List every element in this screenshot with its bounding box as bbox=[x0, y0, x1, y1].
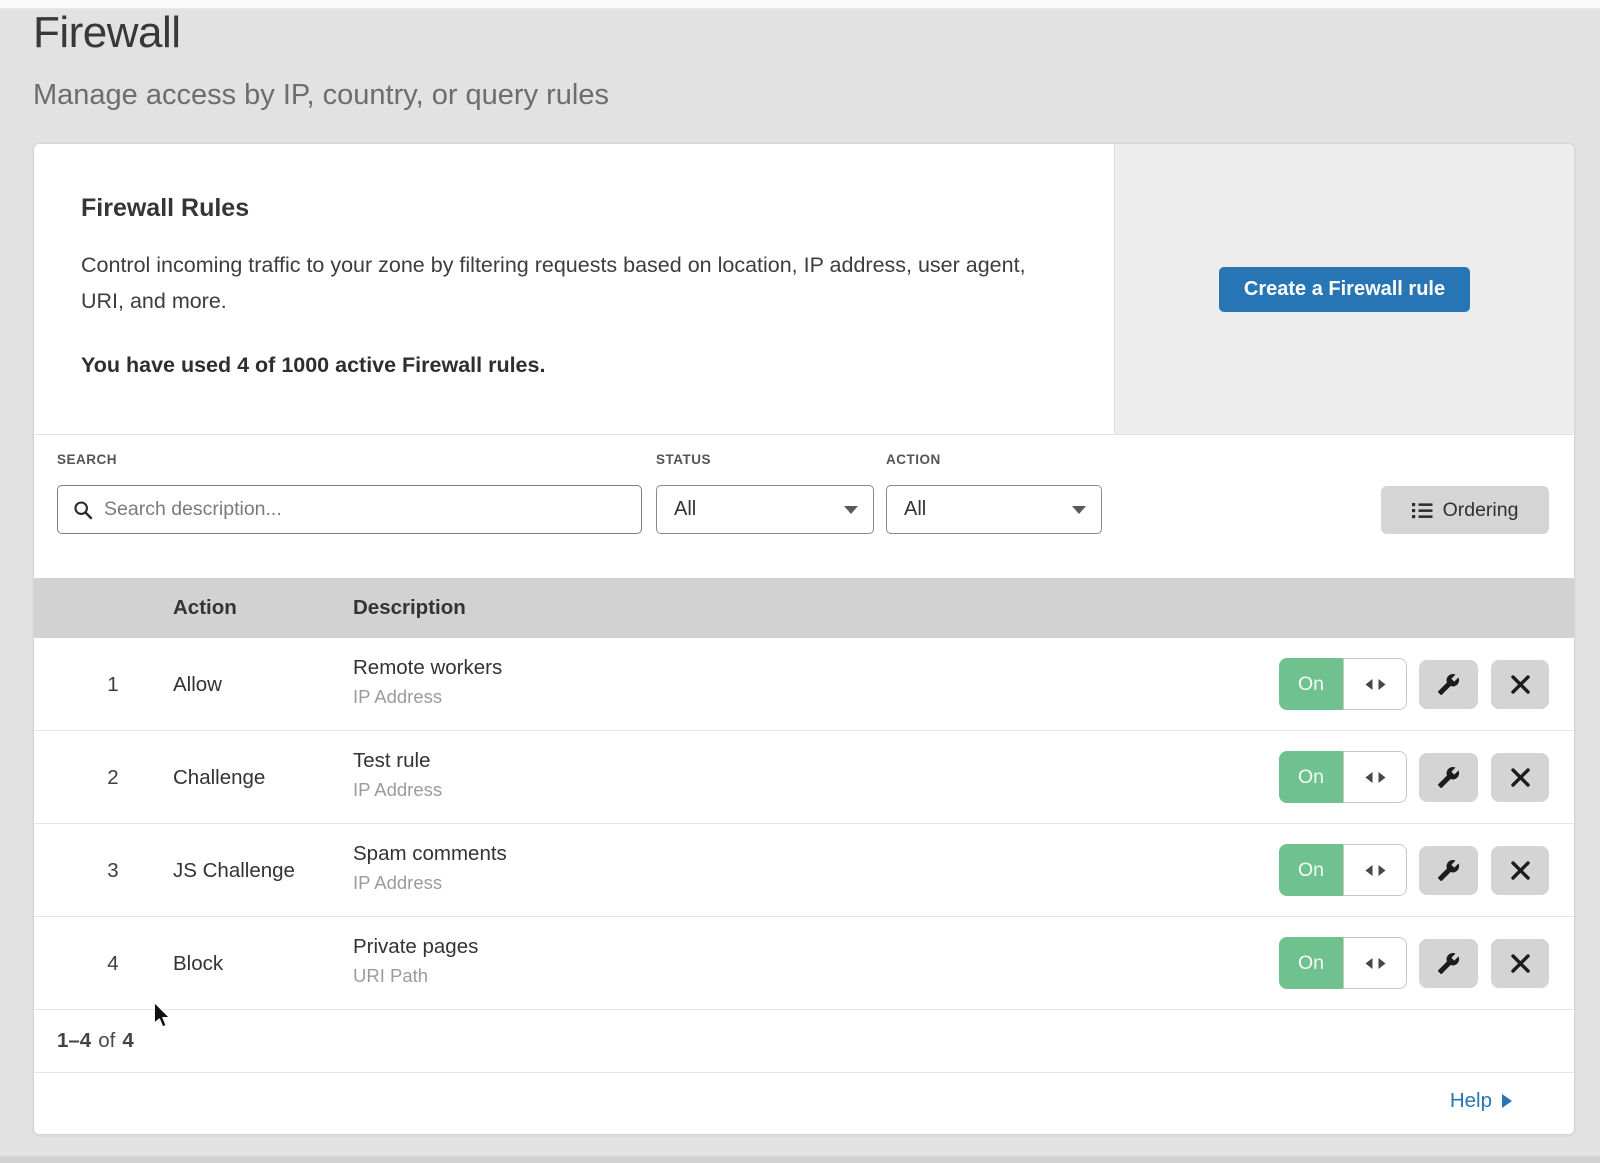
rule-action: Allow bbox=[173, 638, 222, 731]
rule-description-block: Spam comments IP Address bbox=[353, 842, 507, 894]
rule-row-1: 1 Allow Remote workers IP Address On bbox=[34, 638, 1574, 731]
rule-enabled-toggle[interactable]: On bbox=[1279, 751, 1407, 803]
status-select[interactable]: All bbox=[656, 485, 874, 534]
toggle-on-label: On bbox=[1279, 658, 1343, 710]
page-title: Firewall bbox=[33, 8, 181, 58]
help-link[interactable]: Help bbox=[1450, 1089, 1512, 1113]
rule-description-block: Test rule IP Address bbox=[353, 749, 442, 801]
page-subtitle: Manage access by IP, country, or query r… bbox=[33, 79, 609, 112]
rule-enabled-toggle[interactable]: On bbox=[1279, 844, 1407, 896]
rule-action: Challenge bbox=[173, 731, 265, 824]
rule-row-4: 4 Block Private pages URI Path On bbox=[34, 917, 1574, 1010]
wrench-icon bbox=[1437, 952, 1460, 975]
filters-bar: SEARCH STATUS All ACTION All bbox=[34, 435, 1574, 578]
rule-priority: 4 bbox=[93, 917, 133, 1010]
rules-usage-note: You have used 4 of 1000 active Firewall … bbox=[81, 353, 1054, 378]
rule-description: Remote workers bbox=[353, 656, 502, 680]
rule-description-block: Private pages URI Path bbox=[353, 935, 478, 987]
rule-match-type: IP Address bbox=[353, 686, 502, 708]
rule-description: Private pages bbox=[353, 935, 478, 959]
column-header-action: Action bbox=[173, 578, 237, 638]
window-top-edge bbox=[0, 0, 1600, 9]
delete-rule-button[interactable] bbox=[1491, 753, 1549, 802]
rule-description: Spam comments bbox=[353, 842, 507, 866]
wrench-icon bbox=[1437, 859, 1460, 882]
rule-description: Test rule bbox=[353, 749, 442, 773]
toggle-handle[interactable] bbox=[1343, 658, 1407, 710]
delete-rule-button[interactable] bbox=[1491, 939, 1549, 988]
toggle-handle[interactable] bbox=[1343, 937, 1407, 989]
firewall-rules-card: Firewall Rules Control incoming traffic … bbox=[33, 143, 1575, 1135]
toggle-on-label: On bbox=[1279, 844, 1343, 896]
status-select-value: All bbox=[674, 498, 696, 521]
arrow-right-icon bbox=[1502, 1094, 1512, 1108]
edit-rule-button[interactable] bbox=[1419, 753, 1478, 802]
rule-enabled-toggle[interactable]: On bbox=[1279, 658, 1407, 710]
ordering-button[interactable]: Ordering bbox=[1381, 486, 1549, 534]
chevron-down-icon bbox=[1072, 506, 1086, 514]
left-right-arrows-icon bbox=[1365, 957, 1386, 970]
wrench-icon bbox=[1437, 673, 1460, 696]
toggle-on-label: On bbox=[1279, 751, 1343, 803]
rule-enabled-toggle[interactable]: On bbox=[1279, 937, 1407, 989]
action-select-value: All bbox=[904, 498, 926, 521]
close-icon bbox=[1511, 954, 1530, 973]
ordering-button-label: Ordering bbox=[1443, 499, 1519, 522]
rule-action: Block bbox=[173, 917, 223, 1010]
search-box[interactable] bbox=[57, 485, 642, 534]
rule-match-type: IP Address bbox=[353, 779, 442, 801]
action-select[interactable]: All bbox=[886, 485, 1102, 534]
chevron-down-icon bbox=[844, 506, 858, 514]
left-right-arrows-icon bbox=[1365, 678, 1386, 691]
search-input[interactable] bbox=[104, 486, 641, 533]
rule-match-type: URI Path bbox=[353, 965, 478, 987]
help-link-label: Help bbox=[1450, 1089, 1492, 1113]
rule-row-2: 2 Challenge Test rule IP Address On bbox=[34, 731, 1574, 824]
left-right-arrows-icon bbox=[1365, 864, 1386, 877]
delete-rule-button[interactable] bbox=[1491, 846, 1549, 895]
rule-description-block: Remote workers IP Address bbox=[353, 656, 502, 708]
search-icon bbox=[73, 500, 93, 520]
action-label: ACTION bbox=[886, 452, 941, 467]
delete-rule-button[interactable] bbox=[1491, 660, 1549, 709]
rule-action: JS Challenge bbox=[173, 824, 295, 917]
edit-rule-button[interactable] bbox=[1419, 846, 1478, 895]
rule-priority: 2 bbox=[93, 731, 133, 824]
firewall-rules-info: Firewall Rules Control incoming traffic … bbox=[34, 144, 1114, 434]
pagination-range: 1–4 bbox=[57, 1029, 91, 1053]
toggle-on-label: On bbox=[1279, 937, 1343, 989]
create-rule-panel: Create a Firewall rule bbox=[1114, 144, 1574, 434]
edit-rule-button[interactable] bbox=[1419, 939, 1478, 988]
rules-description: Control incoming traffic to your zone by… bbox=[81, 247, 1036, 319]
table-header: Action Description bbox=[34, 578, 1574, 638]
rule-priority: 3 bbox=[93, 824, 133, 917]
toggle-handle[interactable] bbox=[1343, 844, 1407, 896]
search-label: SEARCH bbox=[57, 452, 117, 467]
firewall-rules-info-section: Firewall Rules Control incoming traffic … bbox=[34, 144, 1574, 435]
pagination: 1–4 of 4 bbox=[34, 1010, 1574, 1073]
status-label: STATUS bbox=[656, 452, 711, 467]
create-firewall-rule-button[interactable]: Create a Firewall rule bbox=[1219, 267, 1470, 312]
edit-rule-button[interactable] bbox=[1419, 660, 1478, 709]
list-icon bbox=[1412, 502, 1433, 519]
close-icon bbox=[1511, 861, 1530, 880]
window-bottom-edge bbox=[0, 1156, 1600, 1163]
help-row: Help bbox=[34, 1073, 1574, 1128]
close-icon bbox=[1511, 768, 1530, 787]
pagination-of: of bbox=[98, 1029, 115, 1053]
left-right-arrows-icon bbox=[1365, 771, 1386, 784]
close-icon bbox=[1511, 675, 1530, 694]
rule-row-3: 3 JS Challenge Spam comments IP Address … bbox=[34, 824, 1574, 917]
toggle-handle[interactable] bbox=[1343, 751, 1407, 803]
pagination-total: 4 bbox=[122, 1029, 133, 1053]
column-header-description: Description bbox=[353, 578, 466, 638]
wrench-icon bbox=[1437, 766, 1460, 789]
rules-heading: Firewall Rules bbox=[81, 194, 1054, 223]
rule-priority: 1 bbox=[93, 638, 133, 731]
rule-match-type: IP Address bbox=[353, 872, 507, 894]
